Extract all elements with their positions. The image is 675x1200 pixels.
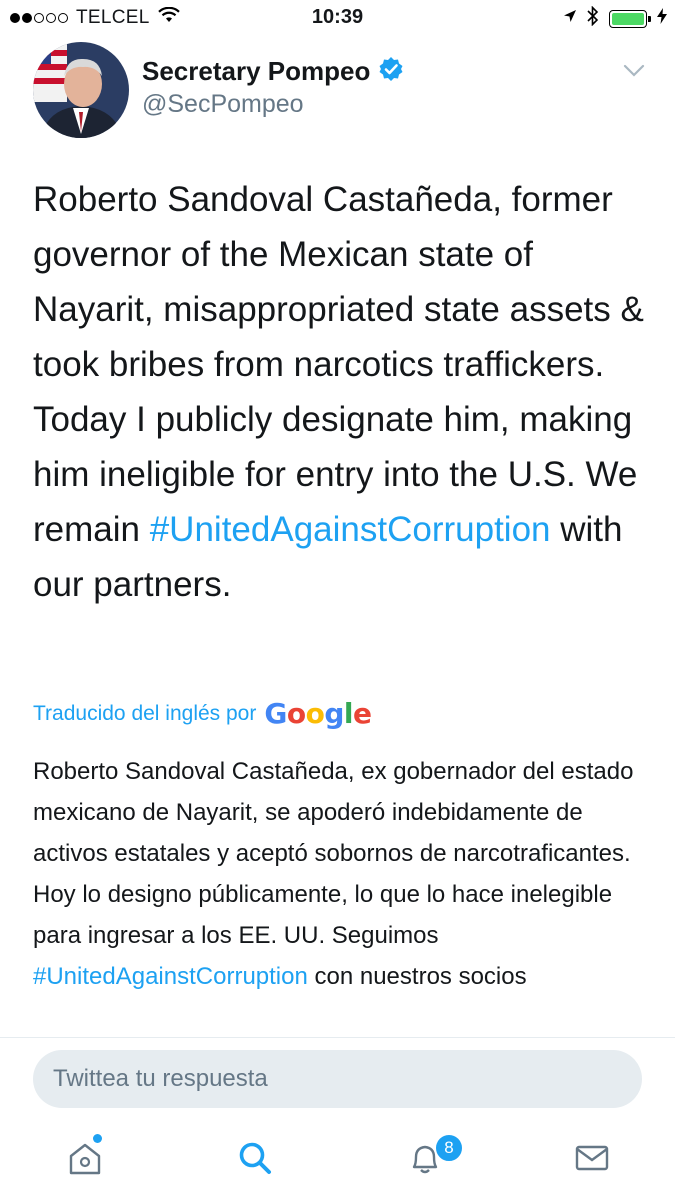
notifications-badge: 8: [434, 1133, 464, 1163]
translation-hashtag-link[interactable]: #UnitedAgainstCorruption: [33, 963, 308, 990]
verified-badge-icon: [378, 56, 404, 87]
home-icon: [66, 1139, 104, 1182]
author-name-row[interactable]: Secretary Pompeo: [142, 56, 404, 87]
reply-input[interactable]: Twittea tu respuesta: [33, 1050, 642, 1108]
google-logo: Google: [264, 697, 372, 730]
reply-bar: Twittea tu respuesta: [0, 1037, 675, 1128]
translated-label[interactable]: Traducido del inglés por: [33, 702, 256, 726]
author-display-name[interactable]: Secretary Pompeo: [142, 56, 370, 87]
status-right: [563, 5, 667, 31]
translation-attribution[interactable]: Traducido del inglés por Google: [33, 697, 372, 730]
search-icon: [237, 1140, 273, 1181]
chevron-down-icon[interactable]: [623, 64, 645, 83]
tweet-text-body: Roberto Sandoval Castañeda, former gover…: [33, 180, 644, 549]
messages-envelope-icon: [574, 1143, 610, 1178]
tab-home[interactable]: [55, 1135, 115, 1185]
tab-messages[interactable]: [562, 1135, 622, 1185]
charging-icon: [657, 8, 667, 29]
home-new-content-dot: [93, 1134, 102, 1143]
translation-tail: con nuestros socios: [307, 963, 527, 990]
bluetooth-icon: [587, 5, 599, 31]
translation-text: Roberto Sandoval Castañeda, ex gobernado…: [33, 751, 653, 997]
avatar[interactable]: [33, 42, 129, 138]
battery-icon: [609, 9, 651, 28]
translation-body: Roberto Sandoval Castañeda, ex gobernado…: [33, 758, 634, 949]
tab-search[interactable]: [225, 1135, 285, 1185]
author-handle[interactable]: @SecPompeo: [142, 90, 304, 119]
location-arrow-icon: [563, 9, 577, 28]
battery-level-fill: [612, 12, 644, 25]
status-bar: TELCEL 10:39: [0, 0, 675, 36]
tweet-text: Roberto Sandoval Castañeda, former gover…: [33, 172, 653, 612]
hashtag-link[interactable]: #UnitedAgainstCorruption: [150, 510, 551, 549]
